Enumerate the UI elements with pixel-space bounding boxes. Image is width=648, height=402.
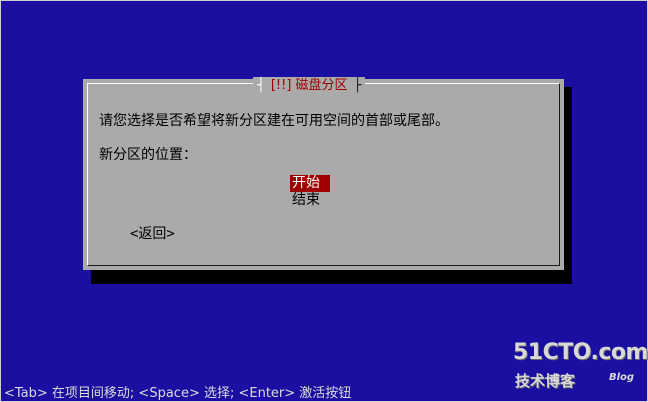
title-left-bracket: ┤: [257, 78, 265, 93]
partition-dialog: ┤ [!!] 磁盘分区 ├ 请您选择是否希望将新分区建在可用空间的首部或尾部。 新分…: [83, 77, 564, 270]
watermark-main: 51CTO.com: [513, 340, 648, 365]
watermark-sub: 技术博客: [515, 372, 576, 390]
option-end[interactable]: 结束: [290, 192, 322, 209]
watermark: 51CTO.com 技术博客 Blog: [513, 340, 648, 395]
title-marker: [!!]: [270, 78, 292, 93]
title-right-bracket: ├: [353, 78, 362, 93]
position-label: 新分区的位置：: [99, 147, 197, 163]
status-bar: <Tab> 在项目间移动; <Space> 选择; <Enter> 激活按钮: [4, 386, 352, 401]
option-beginning[interactable]: 开始: [290, 175, 330, 192]
title-text: 磁盘分区: [295, 78, 348, 93]
dialog-title: ┤ [!!] 磁盘分区 ├: [253, 77, 366, 95]
back-button[interactable]: <返回>: [130, 223, 175, 243]
watermark-tag: Blog: [609, 372, 635, 383]
question-text: 请您选择是否希望将新分区建在可用空间的首部或尾部。: [99, 113, 449, 129]
